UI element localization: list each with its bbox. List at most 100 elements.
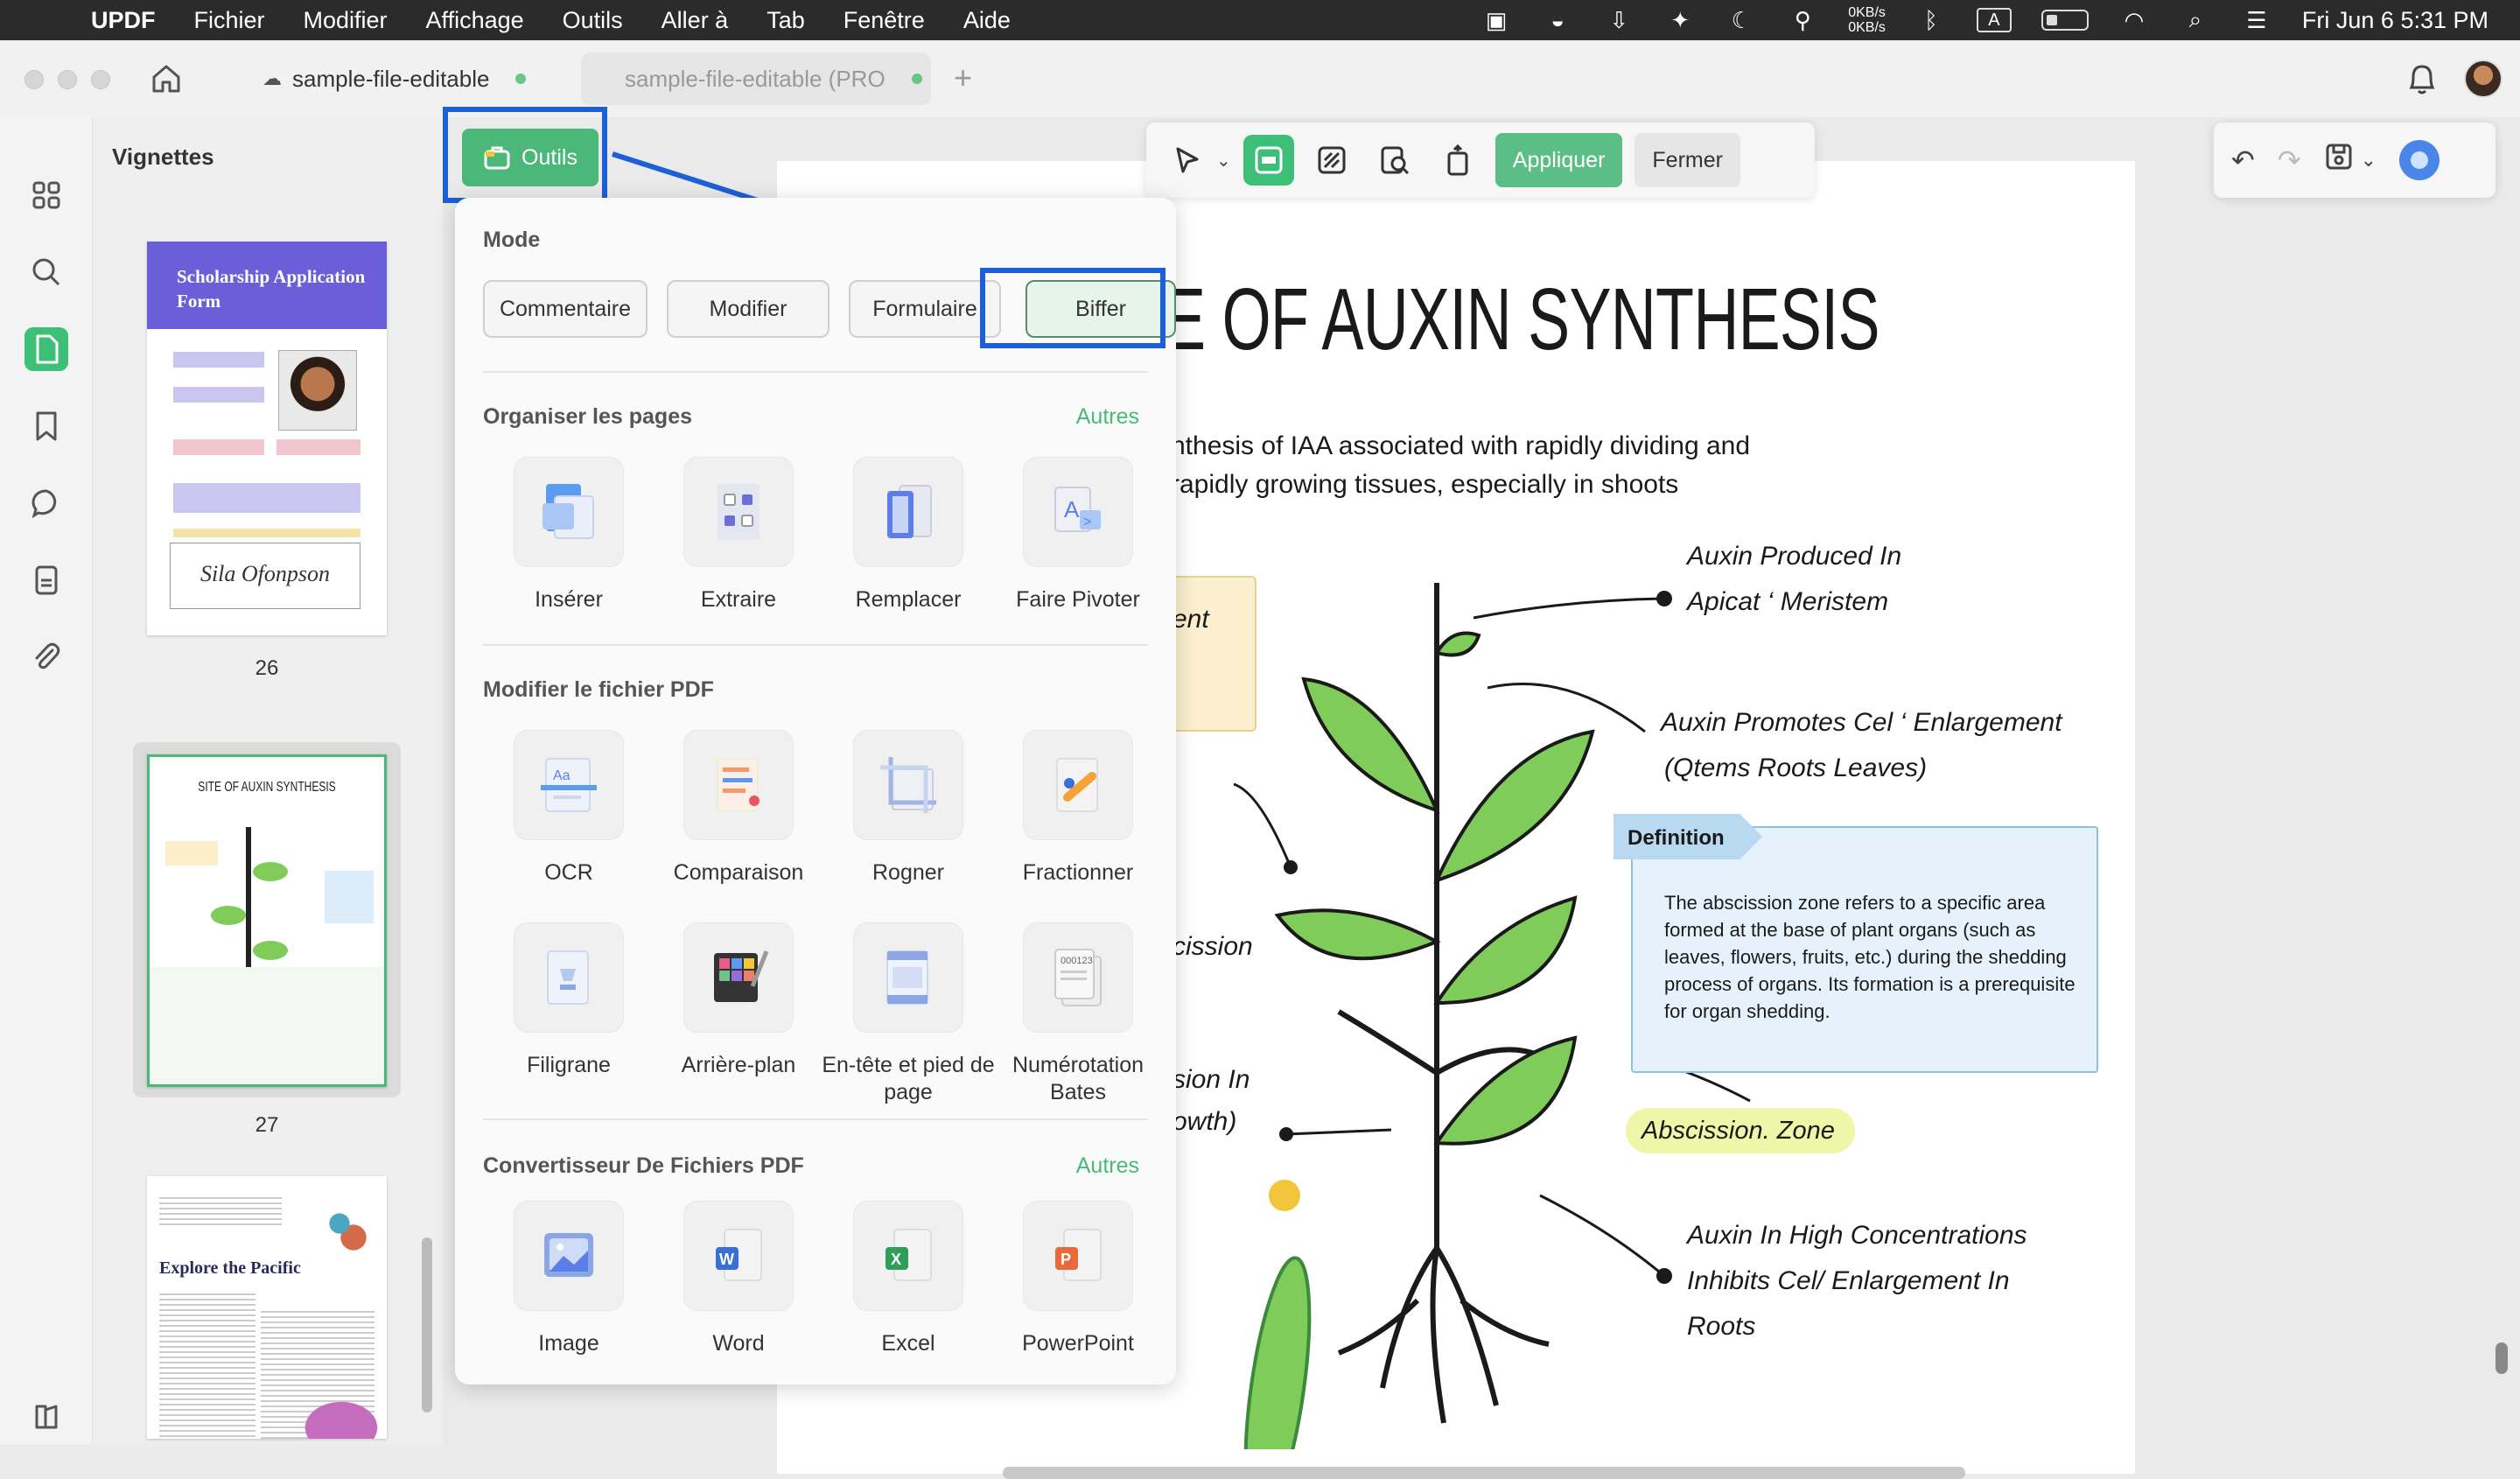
minimize-window-button[interactable] [58,70,77,89]
thumb-title: SITE OF AUXIN SYNTHESIS [198,780,336,795]
text-block [159,1194,282,1229]
tool-label: Numérotation Bates [1012,1053,1144,1104]
powerpoint-icon: P [1023,1201,1133,1311]
bluetooth-icon[interactable]: ᛒ [1915,7,1947,33]
menu-aller-a[interactable]: Aller à [642,7,748,34]
app-a-icon[interactable]: ▣ [1480,7,1512,33]
tab-document-active[interactable]: ☁ sample-file-editable [262,53,569,105]
chevron-down-icon[interactable]: ⌄ [2361,149,2376,172]
tool-excel[interactable]: X Excel [821,1201,996,1357]
menu-app-name[interactable]: UPDF [72,7,175,34]
rotate-icon: A > [1023,457,1133,567]
mode-modifier-button[interactable]: Modifier [667,280,830,338]
horizontal-scrollbar[interactable] [1003,1467,1965,1479]
tool-label: Fractionner [1022,860,1134,885]
wifi-icon[interactable]: ◠ [2118,7,2150,33]
window-controls [24,70,110,89]
bag-icon[interactable]: ⚲ [1787,7,1818,33]
home-icon[interactable] [149,61,187,96]
keyboard-input-icon[interactable]: A [1976,8,2012,32]
attachment-icon[interactable] [24,635,68,679]
redact-mark-icon[interactable] [1242,135,1294,186]
mode-formulaire-button[interactable]: Formulaire [849,280,1001,338]
select-pointer-icon[interactable] [1162,135,1213,186]
layers-icon[interactable] [24,1395,68,1439]
bookmark-icon[interactable] [24,404,68,448]
redact-area-icon[interactable] [1306,135,1357,186]
menu-modifier[interactable]: Modifier [284,7,407,34]
drive-icon[interactable]: ◒ [1542,7,1573,33]
redo-icon[interactable]: ↷ [2278,144,2301,177]
definition-box [325,871,374,923]
close-button[interactable]: Fermer [1634,133,1740,187]
tool-extraire[interactable]: Extraire [651,457,826,613]
battery-icon[interactable] [2040,10,2089,31]
organize-more-link[interactable]: Autres [1076,404,1139,430]
signature: Sila Ofonpson [170,543,360,609]
tool-remplacer[interactable]: Remplacer [821,457,996,613]
mac-menubar: UPDF Fichier Modifier Affichage Outils A… [0,0,2520,40]
page-thumbnail-27[interactable]: SITE OF AUXIN SYNTHESIS [147,754,387,1087]
tool-inserer[interactable]: Insérer [481,457,656,613]
redact-pages-icon[interactable] [1432,135,1483,186]
coral [278,1383,383,1439]
apply-button[interactable]: Appliquer [1494,133,1623,187]
divider [483,1118,1148,1120]
search-icon[interactable] [24,250,68,294]
download-icon[interactable]: ⇩ [1603,7,1634,33]
network-speed: 0KB/s 0KB/s [1848,5,1886,35]
tool-rogner[interactable]: Rogner [821,730,996,887]
tool-faire-pivoter[interactable]: A > Faire Pivoter [990,457,1166,613]
convert-more-link[interactable]: Autres [1076,1153,1139,1179]
tool-ocr[interactable]: Aa OCR [481,730,656,887]
tool-en-tete-pied[interactable]: En-tête et pied de page [821,922,996,1106]
grid-icon[interactable] [24,173,68,217]
comment-icon[interactable] [24,481,68,525]
menu-fichier[interactable]: Fichier [175,7,284,34]
tool-numerotation-bates[interactable]: 000123 Numérotation Bates [990,922,1166,1106]
extract-icon [683,457,794,567]
menu-fenetre[interactable]: Fenêtre [824,7,944,34]
menu-affichage[interactable]: Affichage [407,7,543,34]
page-thumbnail-28[interactable]: Explore the Pacific [147,1176,387,1439]
new-tab-button[interactable]: + [954,60,972,96]
moon-icon[interactable]: ☾ [1726,7,1757,33]
control-center-icon[interactable]: ☰ [2241,7,2272,33]
tool-fractionner[interactable]: Fractionner [990,730,1166,887]
zoom-window-button[interactable] [91,70,110,89]
thumbnails-icon[interactable] [24,327,68,371]
search-redact-icon[interactable] [1369,135,1420,186]
thumbnail-scrollbar[interactable] [422,1237,432,1412]
tool-powerpoint[interactable]: P PowerPoint [990,1201,1166,1357]
ai-assistant-icon[interactable] [2399,140,2440,180]
label-high-2: Inhibits Cel/ Enlargement In [1687,1266,2010,1295]
puzzle-icon[interactable]: ✦ [1664,7,1696,33]
tool-label: En-tête et pied de page [822,1053,995,1104]
tool-image[interactable]: Image [481,1201,656,1357]
tool-word[interactable]: W Word [651,1201,826,1357]
tool-comparaison[interactable]: Comparaison [651,730,826,887]
tool-filigrane[interactable]: Filigrane [481,922,656,1079]
form-icon[interactable] [24,558,68,602]
undo-icon[interactable]: ↶ [2231,144,2255,177]
menu-aide[interactable]: Aide [944,7,1030,34]
page-thumbnail-26[interactable]: Scholarship Application Form Sila Ofonps… [147,242,387,635]
highlight-box [443,107,607,203]
menu-outils[interactable]: Outils [543,7,642,34]
chevron-down-icon[interactable]: ⌄ [1216,150,1231,172]
avatar[interactable] [2464,60,2502,98]
tab-document-inactive[interactable]: sample-file-editable (PRO [581,53,931,105]
save-icon[interactable] [2324,142,2354,179]
text-block [159,1290,256,1439]
bell-icon[interactable] [2406,61,2438,104]
vertical-scrollbar[interactable] [2496,1342,2508,1374]
search-icon[interactable]: ⌕ [2180,6,2211,33]
mode-commentaire-button[interactable]: Commentaire [483,280,648,338]
tool-arriere-plan[interactable]: Arrière-plan [651,922,826,1079]
close-window-button[interactable] [24,70,44,89]
word-icon: W [683,1201,794,1311]
datetime[interactable]: Fri Jun 6 5:31 PM [2302,7,2488,34]
label-promotes-2: (Qtems Roots Leaves) [1664,754,1928,782]
watermark-icon [514,922,624,1033]
menu-tab[interactable]: Tab [747,7,824,34]
